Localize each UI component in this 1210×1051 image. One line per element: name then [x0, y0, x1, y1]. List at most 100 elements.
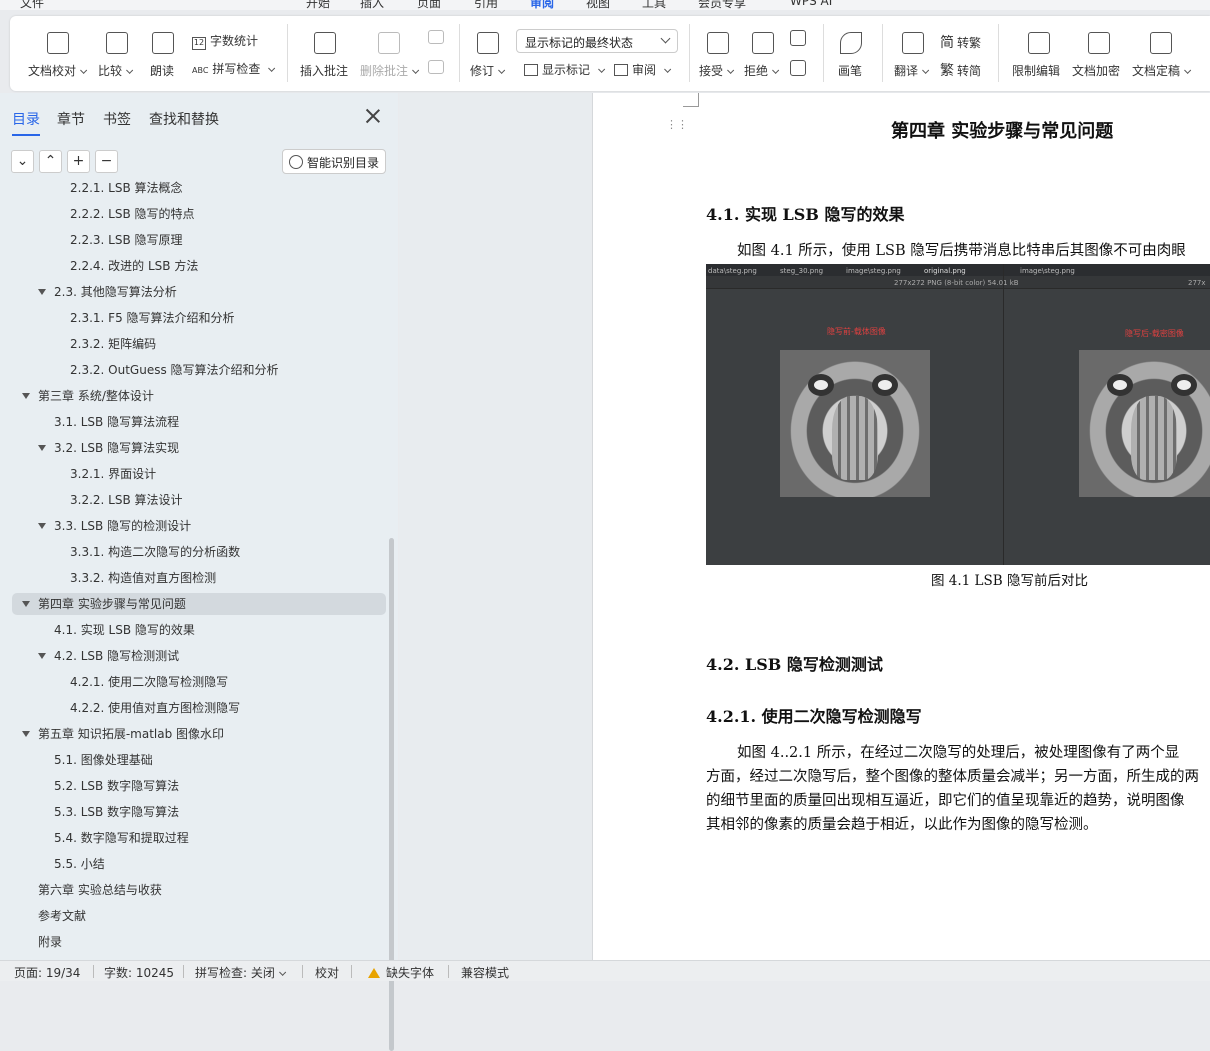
smart-toc-button[interactable]: 智能识别目录 — [282, 149, 386, 174]
toc-item[interactable]: 4.2.2. 使用值对直方图检测隐写 — [12, 697, 386, 719]
toc-item[interactable]: 3.2. LSB 隐写算法实现 — [12, 437, 386, 459]
expand-triangle-icon[interactable] — [38, 445, 46, 451]
close-icon[interactable] — [366, 109, 380, 123]
smart-detect-icon — [289, 155, 303, 169]
toc-item[interactable]: 2.2.2. LSB 隐写的特点 — [12, 203, 386, 225]
toc-item[interactable]: 3.2.2. LSB 算法设计 — [12, 489, 386, 511]
restrict-edit-button[interactable]: 限制编辑 — [1012, 32, 1062, 82]
menu-references[interactable]: 引用 — [474, 0, 498, 10]
menu-home[interactable]: 开始 — [306, 0, 330, 10]
toc-item[interactable]: 2.2.3. LSB 隐写原理 — [12, 229, 386, 251]
menu-tools[interactable]: 工具 — [642, 0, 666, 10]
drag-handle-icon[interactable]: ⋮⋮ — [666, 119, 688, 135]
toc-item[interactable]: 2.3. 其他隐写算法分析 — [12, 281, 386, 303]
toc-item[interactable]: 4.1. 实现 LSB 隐写的效果 — [12, 619, 386, 641]
word-count-button[interactable]: 12 字数统计 — [192, 32, 258, 50]
chevron-down-icon — [660, 33, 671, 44]
translate-icon — [902, 32, 924, 54]
heading-4-2: 4.2. LSB 隐写检测测试 — [706, 655, 883, 674]
menu-review[interactable]: 审阅 — [530, 0, 554, 10]
promote-button[interactable]: + — [67, 150, 90, 173]
menu-insert[interactable]: 插入 — [360, 0, 384, 10]
menu-file[interactable]: 文件 — [20, 0, 44, 10]
translate-button[interactable]: 翻译 — [894, 32, 934, 82]
reject-icon — [752, 32, 774, 54]
toc-item[interactable]: 4.2.1. 使用二次隐写检测隐写 — [12, 671, 386, 693]
toc-item[interactable]: 5.3. LSB 数字隐写算法 — [12, 801, 386, 823]
toc-item[interactable]: 5.1. 图像处理基础 — [12, 749, 386, 771]
toc-item[interactable]: 第五章 知识拓展-matlab 图像水印 — [12, 723, 386, 745]
toc-item-label: 3.3. LSB 隐写的检测设计 — [54, 519, 192, 533]
toc-item[interactable]: 第六章 实验总结与收获 — [12, 879, 386, 901]
menu-view[interactable]: 视图 — [586, 0, 610, 10]
reject-button[interactable]: 拒绝 — [744, 32, 784, 82]
tab-find-replace[interactable]: 查找和替换 — [149, 109, 219, 129]
toc-item[interactable]: 第三章 系统/整体设计 — [12, 385, 386, 407]
next-revision-icon[interactable] — [790, 60, 806, 79]
expand-triangle-icon[interactable] — [22, 393, 30, 399]
toc-item[interactable]: 5.2. LSB 数字隐写算法 — [12, 775, 386, 797]
comment-add-icon — [314, 32, 336, 54]
figure-caption: 图 4.1 LSB 隐写前后对比 — [931, 573, 1088, 589]
spell-check-status[interactable]: 拼写检查: 关闭 — [195, 964, 283, 981]
page-indicator[interactable]: 页面: 19/34 — [14, 964, 80, 981]
missing-font-status[interactable]: 缺失字体 — [368, 964, 434, 981]
toc-item[interactable]: 2.2.1. LSB 算法概念 — [12, 181, 386, 199]
insert-comment-button[interactable]: 插入批注 — [300, 32, 350, 82]
expand-triangle-icon[interactable] — [38, 523, 46, 529]
finalize-button[interactable]: 文档定稿 — [1132, 32, 1192, 82]
toc-item-label: 5.4. 数字隐写和提取过程 — [54, 831, 189, 845]
demote-button[interactable]: − — [95, 150, 118, 173]
toc-item[interactable]: 4.2. LSB 隐写检测测试 — [12, 645, 386, 667]
expand-triangle-icon[interactable] — [22, 601, 30, 607]
encrypt-button[interactable]: 文档加密 — [1072, 32, 1122, 82]
expand-triangle-icon[interactable] — [22, 731, 30, 737]
document-page[interactable]: ⋮⋮ 第四章 实验步骤与常见问题 4.1. 实现 LSB 隐写的效果 如图 4.… — [592, 93, 1210, 960]
compare-button[interactable]: 比较 — [98, 32, 138, 82]
to-simplified-button[interactable]: 繁转简 — [940, 60, 981, 80]
read-aloud-button[interactable]: 朗读 — [150, 32, 180, 82]
toc-item[interactable]: 2.2.4. 改进的 LSB 方法 — [12, 255, 386, 277]
review-pane-button[interactable]: 审阅 — [614, 61, 668, 78]
tab-toc[interactable]: 目录 — [12, 109, 40, 136]
pen-button[interactable]: 画笔 — [838, 32, 868, 82]
prev-comment-icon[interactable] — [428, 30, 444, 47]
revise-button[interactable]: 修订 — [470, 32, 510, 82]
expand-level-button[interactable]: ⌃ — [39, 150, 62, 173]
menu-page[interactable]: 页面 — [417, 0, 441, 10]
toc-item[interactable]: 3.2.1. 界面设计 — [12, 463, 386, 485]
next-comment-icon[interactable] — [428, 60, 444, 77]
accept-button[interactable]: 接受 — [699, 32, 739, 82]
to-traditional-button[interactable]: 简转繁 — [940, 32, 981, 52]
proofread-button[interactable]: 文档校对 — [28, 32, 78, 82]
toc-item-label: 3.1. LSB 隐写算法流程 — [54, 415, 180, 429]
menu-member[interactable]: 会员专享 — [698, 0, 746, 10]
toc-item[interactable]: 5.5. 小结 — [12, 853, 386, 875]
proofread-status[interactable]: 校对 — [315, 964, 339, 981]
ribbon-separator — [459, 24, 460, 82]
delete-comment-button[interactable]: 删除批注 — [360, 32, 420, 82]
toc-item[interactable]: 参考文献 — [12, 905, 386, 927]
expand-triangle-icon[interactable] — [38, 653, 46, 659]
markup-state-dropdown[interactable]: 显示标记的最终状态 — [516, 29, 678, 53]
word-count-indicator[interactable]: 字数: 10245 — [104, 964, 174, 981]
toc-item[interactable]: 3.1. LSB 隐写算法流程 — [12, 411, 386, 433]
toc-item[interactable]: 2.3.2. OutGuess 隐写算法介绍和分析 — [12, 359, 386, 381]
toc-item[interactable]: 3.3.1. 构造二次隐写的分析函数 — [12, 541, 386, 563]
toc-item[interactable]: 2.3.1. F5 隐写算法介绍和分析 — [12, 307, 386, 329]
toc-item[interactable]: 2.3.2. 矩阵编码 — [12, 333, 386, 355]
show-markup-button[interactable]: 显示标记 — [524, 61, 602, 78]
toc-item[interactable]: 附录 — [12, 931, 386, 953]
expand-triangle-icon[interactable] — [38, 289, 46, 295]
prev-revision-icon[interactable] — [790, 30, 806, 49]
toc-item[interactable]: 5.4. 数字隐写和提取过程 — [12, 827, 386, 849]
toc-item[interactable]: 3.3.2. 构造值对直方图检测 — [12, 567, 386, 589]
menu-wps-ai[interactable]: WPS AI — [790, 0, 832, 8]
toc-item[interactable]: 3.3. LSB 隐写的检测设计 — [12, 515, 386, 537]
tab-sections[interactable]: 章节 — [57, 109, 85, 129]
tab-bookmarks[interactable]: 书签 — [103, 109, 131, 129]
spell-check-button[interactable]: ABC 拼写检查 — [192, 60, 272, 77]
collapse-all-button[interactable]: ⌄ — [11, 150, 34, 173]
document-canvas-margin — [399, 93, 591, 960]
toc-item[interactable]: 第四章 实验步骤与常见问题 — [12, 593, 386, 615]
